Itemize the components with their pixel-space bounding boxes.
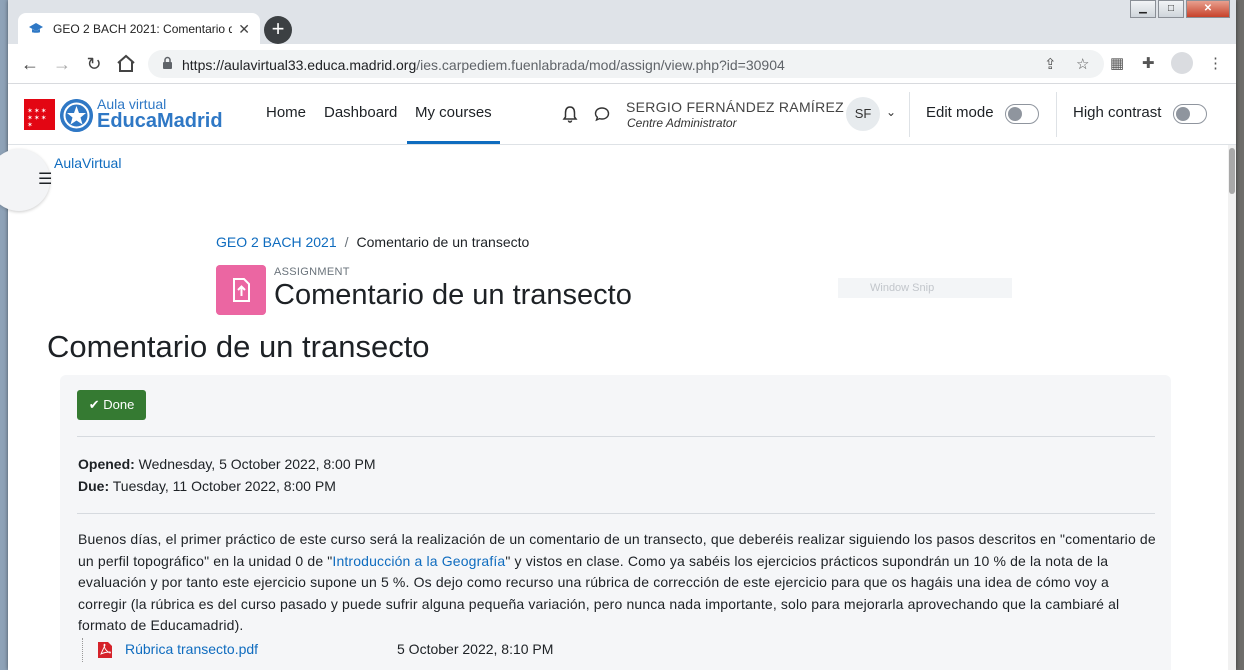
educamadrid-logo-icon[interactable] xyxy=(60,99,93,132)
page-scrollbar[interactable] xyxy=(1228,145,1236,670)
menu-kebab-icon[interactable]: ⋮ xyxy=(1208,54,1223,72)
divider xyxy=(77,436,1155,437)
messages-chat-icon[interactable] xyxy=(594,106,610,122)
tab-title: GEO 2 BACH 2021: Comentario de un transe… xyxy=(53,22,233,36)
browser-tab[interactable]: GEO 2 BACH 2021: Comentario de un transe… xyxy=(18,13,260,45)
nav-dashboard[interactable]: Dashboard xyxy=(324,104,397,121)
assignment-description: Buenos días, el primer práctico de este … xyxy=(78,529,1158,637)
notifications-bell-icon[interactable] xyxy=(562,105,578,123)
browser-window: GEO 2 BACH 2021: Comentario de un transe… xyxy=(0,0,1236,670)
assignment-info-card: ✔ Done Opened: Wednesday, 5 October 2022… xyxy=(60,375,1171,670)
page-title: Comentario de un transecto xyxy=(47,329,430,364)
due-date: Due: Tuesday, 11 October 2022, 8:00 PM xyxy=(78,478,336,494)
breadcrumb-separator: / xyxy=(344,234,349,250)
new-tab-button[interactable]: + xyxy=(264,16,292,44)
user-name[interactable]: SERGIO FERNÁNDEZ RAMÍREZ xyxy=(626,99,844,115)
breadcrumb-current: Comentario de un transecto xyxy=(356,234,530,250)
avatar[interactable]: SF xyxy=(846,97,880,131)
madrid-stars-icon: ✶✶✶ ✶✶✶ ✶ xyxy=(27,108,48,129)
page-content: ☰ AulaVirtual GEO 2 BACH 2021 / Comentario… xyxy=(0,145,1228,670)
url-host: https://aulavirtual33.educa.madrid.org xyxy=(182,57,417,73)
high-contrast-toggle[interactable] xyxy=(1173,104,1207,124)
logo-title: EducaMadrid xyxy=(97,110,223,132)
toggle-knob xyxy=(1008,107,1022,121)
aulavirtual-home-link[interactable]: AulaVirtual xyxy=(54,155,121,171)
window-snip-overlay: Window Snip xyxy=(838,278,1012,298)
description-link[interactable]: Introducción a la Geografía xyxy=(332,553,505,569)
tab-close-icon[interactable]: ✕ xyxy=(238,21,250,38)
edit-mode-toggle[interactable] xyxy=(1005,104,1039,124)
moodle-cap-icon xyxy=(29,23,43,33)
reload-icon[interactable]: ↻ xyxy=(82,52,106,76)
due-value: Tuesday, 11 October 2022, 8:00 PM xyxy=(112,478,336,494)
scrollbar-thumb[interactable] xyxy=(1229,148,1235,194)
toggle-knob xyxy=(1176,107,1190,121)
qr-code-icon[interactable]: ▦ xyxy=(1110,54,1124,72)
nav-my-courses[interactable]: My courses xyxy=(415,104,492,121)
breadcrumb-course-link[interactable]: GEO 2 BACH 2021 xyxy=(216,234,337,250)
profile-icon[interactable] xyxy=(1171,52,1193,74)
done-label: Done xyxy=(103,397,135,412)
nav-home[interactable]: Home xyxy=(266,104,306,121)
maximize-button[interactable]: □ xyxy=(1158,0,1184,18)
tab-strip: GEO 2 BACH 2021: Comentario de un transe… xyxy=(8,0,1236,45)
attachment-link[interactable]: Rúbrica transecto.pdf xyxy=(125,641,258,657)
due-label: Due: xyxy=(78,478,110,494)
divider xyxy=(77,513,1155,514)
activity-type-label: ASSIGNMENT xyxy=(274,266,350,278)
site-navbar: ✶✶✶ ✶✶✶ ✶ Aula virtual EducaMadrid Home Da… xyxy=(8,84,1236,145)
list-icon[interactable]: ☰ xyxy=(38,169,52,189)
bookmark-star-icon[interactable]: ☆ xyxy=(1076,55,1089,73)
done-badge: ✔ Done xyxy=(77,390,146,420)
close-window-button[interactable]: ✕ xyxy=(1186,0,1230,18)
address-bar[interactable]: https://aulavirtual33.educa.madrid.org/i… xyxy=(148,50,1104,78)
opened-date: Opened: Wednesday, 5 October 2022, 8:00 … xyxy=(78,456,376,472)
attachment-row: Rúbrica transecto.pdf 5 October 2022, 8:… xyxy=(82,638,682,662)
opened-value: Wednesday, 5 October 2022, 8:00 PM xyxy=(138,456,376,472)
extensions-icon[interactable]: ✚ xyxy=(1142,54,1155,72)
minimize-button[interactable]: ▁ xyxy=(1130,0,1156,18)
opened-label: Opened: xyxy=(78,456,135,472)
edit-mode-label: Edit mode xyxy=(926,104,994,121)
user-role: Centre Administrator xyxy=(627,116,737,130)
forward-icon[interactable]: → xyxy=(50,52,74,76)
navbar-divider xyxy=(1056,92,1057,137)
activity-title: Comentario de un transecto xyxy=(274,279,632,311)
pdf-file-icon xyxy=(98,642,112,658)
high-contrast-label: High contrast xyxy=(1073,104,1162,121)
active-nav-indicator xyxy=(407,141,500,144)
navbar-divider xyxy=(909,92,910,137)
share-icon[interactable]: ⇪ xyxy=(1044,55,1057,73)
url-path: /ies.carpediem.fuenlabrada/mod/assign/vi… xyxy=(416,57,785,73)
breadcrumb: GEO 2 BACH 2021 / Comentario de un transec… xyxy=(216,234,529,250)
url-text: https://aulavirtual33.educa.madrid.org/i… xyxy=(182,57,785,73)
assignment-upload-icon xyxy=(216,265,266,315)
chevron-down-icon[interactable]: ⌄ xyxy=(886,105,896,119)
back-icon[interactable]: ← xyxy=(18,52,42,76)
home-icon[interactable] xyxy=(114,52,138,76)
lock-icon xyxy=(163,56,172,69)
check-icon: ✔ xyxy=(88,397,100,412)
browser-toolbar: ← → ↻ https://aulavirtual33.educa.madrid… xyxy=(8,44,1236,84)
window-controls: ▁ □ ✕ xyxy=(1128,0,1230,18)
attachment-date: 5 October 2022, 8:10 PM xyxy=(397,641,554,657)
